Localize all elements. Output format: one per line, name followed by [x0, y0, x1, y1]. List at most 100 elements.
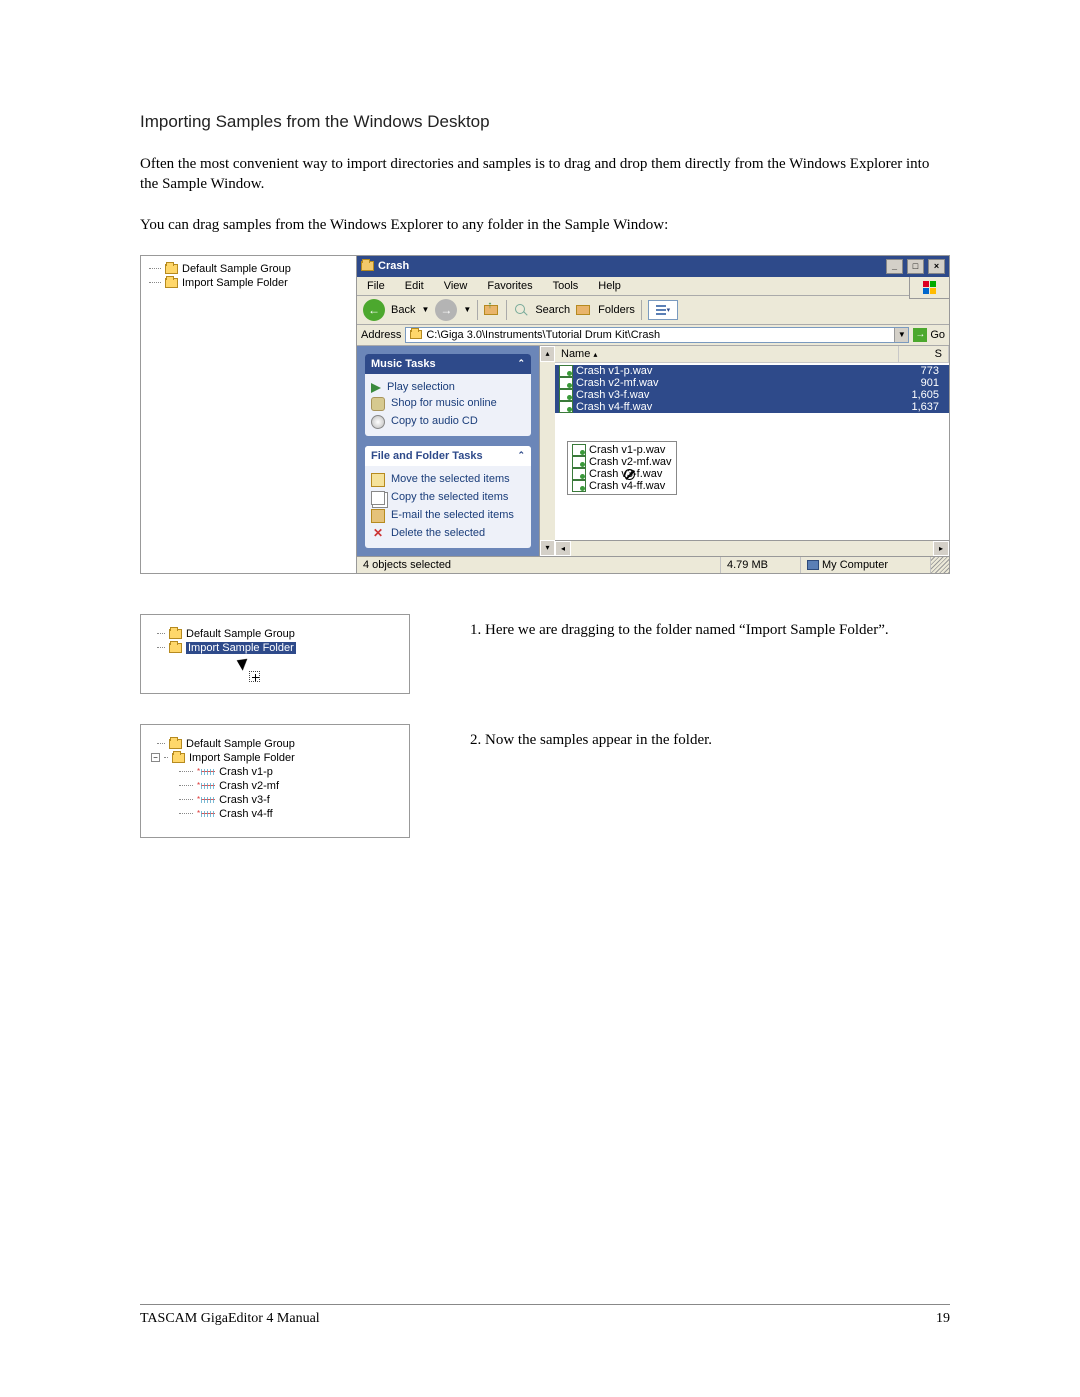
figure-samples-in-folder: Default Sample Group − Import Sample Fol…: [140, 724, 410, 838]
sample-icon: *: [197, 809, 215, 818]
maximize-button[interactable]: □: [907, 259, 924, 274]
sample-icon: *: [197, 795, 215, 804]
figure-drag-to-folder: Default Sample Group Import Sample Folde…: [140, 614, 410, 694]
up-folder-icon[interactable]: ↑: [484, 305, 498, 315]
back-button[interactable]: ←: [363, 299, 385, 321]
sample-item[interactable]: *Crash v3-f: [151, 793, 399, 807]
chevron-down-icon[interactable]: ▼: [463, 305, 471, 314]
sample-item[interactable]: *Crash v2-mf: [151, 779, 399, 793]
file-row[interactable]: Crash v3-f.wav1,605: [555, 389, 949, 401]
task-email-items[interactable]: E-mail the selected items: [369, 507, 527, 525]
folders-label[interactable]: Folders: [598, 304, 635, 316]
tree-item-import-folder-expanded[interactable]: − Import Sample Folder: [151, 751, 399, 765]
task-delete-items[interactable]: ✕Delete the selected: [369, 525, 527, 543]
group-title: File and Folder Tasks: [371, 450, 483, 462]
task-label: E-mail the selected items: [391, 509, 514, 521]
menu-favorites[interactable]: Favorites: [477, 277, 542, 295]
search-label[interactable]: Search: [535, 304, 570, 316]
task-label: Play selection: [387, 381, 455, 393]
wav-icon: [559, 401, 573, 413]
task-copy-items[interactable]: Copy the selected items: [369, 489, 527, 507]
tree-label: Import Sample Folder: [182, 277, 288, 289]
sample-label: Crash v1-p: [219, 766, 273, 778]
drag-item: Crash v2-mf.wav: [589, 456, 672, 468]
address-label: Address: [361, 329, 401, 341]
file-size: 773: [895, 365, 945, 377]
paragraph-2: You can drag samples from the Windows Ex…: [140, 215, 950, 235]
figure-2-caption: 1. Here we are dragging to the folder na…: [470, 614, 950, 694]
file-list: Crash v1-p.wav773 Crash v2-mf.wav901 Cra…: [555, 363, 949, 540]
folder-icon: [169, 643, 182, 653]
copy-icon: [371, 491, 385, 505]
tree-item-default-group[interactable]: Default Sample Group: [151, 627, 399, 641]
resize-grip-icon[interactable]: [931, 557, 949, 573]
minimize-button[interactable]: _: [886, 259, 903, 274]
sample-item[interactable]: *Crash v4-ff: [151, 807, 399, 821]
sample-label: Crash v2-mf: [219, 780, 279, 792]
file-row[interactable]: Crash v4-ff.wav1,637: [555, 401, 949, 413]
scroll-right-icon[interactable]: ▸: [933, 541, 949, 556]
folders-icon[interactable]: [576, 305, 590, 315]
collapse-icon: ⌃: [517, 450, 525, 461]
file-row[interactable]: Crash v1-p.wav773: [555, 365, 949, 377]
tasks-pane: Music Tasks ⌃ Play selection Shop for mu…: [357, 346, 539, 556]
file-name: Crash v3-f.wav: [576, 389, 895, 401]
task-label: Delete the selected: [391, 527, 485, 539]
folder-icon: [169, 629, 182, 639]
address-input[interactable]: C:\Giga 3.0\Instruments\Tutorial Drum Ki…: [405, 327, 909, 343]
scroll-up-icon[interactable]: ▴: [540, 346, 555, 362]
music-tasks-header[interactable]: Music Tasks ⌃: [365, 354, 531, 374]
computer-icon: [807, 560, 819, 570]
menubar: File Edit View Favorites Tools Help: [357, 277, 949, 296]
views-button[interactable]: ▾: [648, 300, 678, 320]
collapse-icon[interactable]: −: [151, 753, 160, 762]
status-size: 4.79 MB: [721, 557, 801, 573]
task-label: Move the selected items: [391, 473, 510, 485]
task-play-selection[interactable]: Play selection: [369, 379, 527, 395]
status-objects: 4 objects selected: [357, 557, 721, 573]
window-title: Crash: [378, 260, 409, 272]
go-label: Go: [930, 329, 945, 341]
collapse-icon: ⌃: [517, 358, 525, 369]
address-path: C:\Giga 3.0\Instruments\Tutorial Drum Ki…: [426, 329, 660, 341]
file-scrollbar-h[interactable]: ◂ ▸: [555, 540, 949, 556]
forward-button[interactable]: →: [435, 299, 457, 321]
menu-file[interactable]: File: [357, 277, 395, 295]
go-button[interactable]: → Go: [913, 328, 945, 342]
scroll-left-icon[interactable]: ◂: [555, 541, 571, 556]
search-icon[interactable]: [513, 302, 529, 318]
tree-item-import-folder[interactable]: Import Sample Folder: [149, 276, 348, 290]
task-copy-cd[interactable]: Copy to audio CD: [369, 413, 527, 431]
task-move-items[interactable]: Move the selected items: [369, 471, 527, 489]
move-icon: [371, 473, 385, 487]
menu-help[interactable]: Help: [588, 277, 631, 295]
tree-item-import-folder-selected[interactable]: Import Sample Folder: [151, 641, 399, 655]
wav-icon: [572, 480, 586, 492]
tree-item-default-group[interactable]: Default Sample Group: [151, 737, 399, 751]
chevron-down-icon[interactable]: ▼: [421, 305, 429, 314]
close-button[interactable]: ×: [928, 259, 945, 274]
file-row[interactable]: Crash v2-mf.wav901: [555, 377, 949, 389]
page-footer: TASCAM GigaEditor 4 Manual 19: [140, 1304, 950, 1327]
sample-item[interactable]: *Crash v1-p: [151, 765, 399, 779]
file-size: 901: [895, 377, 945, 389]
task-shop-music[interactable]: Shop for music online: [369, 395, 527, 413]
scroll-down-icon[interactable]: ▾: [540, 540, 555, 556]
windows-explorer: Crash _ □ × File Edit View Favorites Too…: [356, 256, 949, 573]
file-list-pane: Name ▴ S Crash v1-p.wav773 Crash v2-mf.w…: [555, 346, 949, 556]
menu-view[interactable]: View: [434, 277, 478, 295]
menu-edit[interactable]: Edit: [395, 277, 434, 295]
tree-label: Import Sample Folder: [186, 642, 296, 654]
cd-icon: [371, 415, 385, 429]
tasks-scrollbar[interactable]: ▴ ▾: [539, 346, 555, 556]
tree-label: Default Sample Group: [182, 263, 291, 275]
wav-icon: [572, 444, 586, 456]
figure-3-caption: 2. Now the samples appear in the folder.: [470, 724, 950, 838]
file-folder-tasks-header[interactable]: File and Folder Tasks ⌃: [365, 446, 531, 466]
chevron-down-icon[interactable]: ▼: [894, 328, 908, 342]
list-header[interactable]: Name ▴ S: [555, 346, 949, 363]
menu-tools[interactable]: Tools: [543, 277, 589, 295]
task-label: Shop for music online: [391, 397, 497, 409]
tree-item-default-group[interactable]: Default Sample Group: [149, 262, 348, 276]
titlebar[interactable]: Crash _ □ ×: [357, 256, 949, 277]
